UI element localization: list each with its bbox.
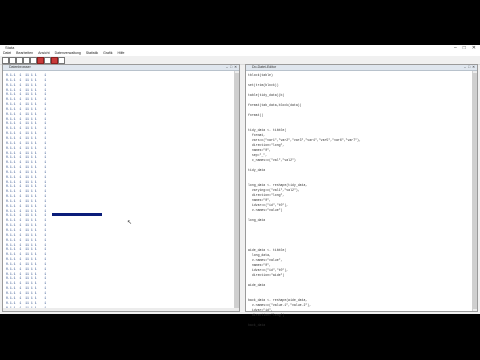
data-browser-header: Datenbrowser – □ ✕ bbox=[3, 65, 239, 71]
table-row[interactable]: 0.1.1 1 11 1 1 1 bbox=[6, 141, 46, 146]
log-icon[interactable] bbox=[23, 57, 30, 64]
browser-icon[interactable] bbox=[51, 57, 58, 64]
editor-minimize-button[interactable]: – bbox=[464, 65, 466, 70]
table-row[interactable]: 0.1.1 1 11 1 1 1 bbox=[6, 170, 46, 175]
editor-icon[interactable] bbox=[44, 57, 51, 64]
selected-cell-highlight bbox=[52, 213, 102, 216]
table-row[interactable]: 0.1.1 1 11 1 1 1 bbox=[6, 112, 46, 117]
table-row[interactable]: 0.1.1 1 11 1 1 1 bbox=[6, 83, 46, 88]
editor-close-button[interactable]: ✕ bbox=[472, 65, 475, 70]
table-row[interactable]: 0.1.1 1 11 1 1 1 bbox=[6, 233, 46, 238]
do-editor-title: Do-Datei-Editor bbox=[252, 65, 277, 69]
data-horizontal-scrollbar[interactable] bbox=[3, 308, 239, 311]
table-row[interactable]: 0.1.1 1 11 1 1 1 bbox=[6, 146, 46, 151]
table-row[interactable]: 0.1.1 1 11 1 1 1 bbox=[6, 238, 46, 243]
stata-window: Stata – □ ✕ Datei Bearbeiten Ansicht Dat… bbox=[0, 45, 480, 327]
mouse-cursor-icon: ↖ bbox=[127, 220, 133, 226]
editor-vertical-scrollbar[interactable] bbox=[472, 71, 477, 311]
graph-icon[interactable] bbox=[37, 57, 44, 64]
data-browser-title: Datenbrowser bbox=[9, 65, 31, 69]
data-pane-minimize-button[interactable]: – bbox=[226, 65, 228, 70]
scroll-thumb[interactable] bbox=[235, 73, 239, 309]
data-pane-maximize-button[interactable]: □ bbox=[230, 65, 232, 70]
table-row[interactable]: 0.1.1 1 11 1 1 1 bbox=[6, 296, 46, 301]
data-vertical-scrollbar[interactable] bbox=[234, 71, 239, 311]
do-editor-header: Do-Datei-Editor – □ ✕ bbox=[246, 65, 477, 71]
editor-scroll-thumb[interactable] bbox=[473, 73, 477, 309]
break-icon[interactable] bbox=[58, 57, 65, 64]
code-editor[interactable]: tblock(table) set(trim(block)) table(tid… bbox=[248, 73, 361, 328]
table-row[interactable]: 0.1.1 1 11 1 1 1 bbox=[6, 204, 46, 209]
viewer-icon[interactable] bbox=[30, 57, 37, 64]
open-icon[interactable] bbox=[2, 57, 9, 64]
video-frame: { "window": { "title": "Stata", "control… bbox=[0, 0, 480, 360]
code-line[interactable]: back_data bbox=[248, 323, 361, 328]
editor-maximize-button[interactable]: □ bbox=[468, 65, 470, 70]
do-editor-pane[interactable]: Do-Datei-Editor – □ ✕ tblock(table) set(… bbox=[245, 64, 478, 327]
data-browser-pane[interactable]: Datenbrowser – □ ✕ 0.1.1 1 11 1 1 1 0.1.1… bbox=[2, 64, 240, 312]
save-icon[interactable] bbox=[9, 57, 16, 64]
table-row[interactable]: 0.1.1 1 11 1 1 1 bbox=[6, 267, 46, 272]
data-rows[interactable]: 0.1.1 1 11 1 1 1 0.1.1 1 11 1 1 1 0.1.1 1 … bbox=[6, 73, 46, 310]
table-row[interactable]: 0.1.1 1 11 1 1 1 bbox=[6, 78, 46, 83]
print-icon[interactable] bbox=[16, 57, 23, 64]
data-pane-close-button[interactable]: ✕ bbox=[234, 65, 237, 70]
table-row[interactable]: 0.1.1 1 11 1 1 1 bbox=[6, 175, 46, 180]
table-row[interactable]: 0.1.1 1 11 1 1 1 bbox=[6, 301, 46, 306]
